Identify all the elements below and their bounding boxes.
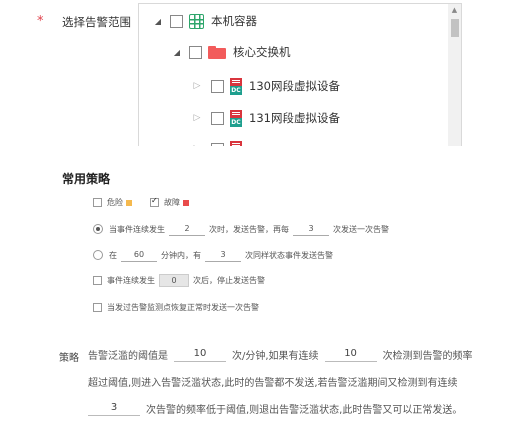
container-grid-icon — [189, 13, 204, 29]
threshold-input[interactable]: 10 — [174, 346, 226, 362]
rule3-text: 事件连续发生 — [107, 276, 155, 285]
policy-line-3: 3 次告警的频率低于阈值,则退出告警泛滥状态,此时告警又可以正常发送。 — [88, 400, 462, 416]
tree-checkbox[interactable] — [189, 45, 202, 59]
rule-recover-notify[interactable]: 当发过告警监测点恢复正常时发送一次告警 — [93, 302, 259, 313]
expand-triangle-icon[interactable]: ▷ — [192, 113, 202, 123]
tree-scrollbar[interactable]: ▲ — [448, 4, 461, 146]
danger-color-swatch — [126, 199, 132, 206]
tree-node-label: 130网段虚拟设备 — [249, 79, 340, 93]
policy-label: 策略 — [59, 353, 79, 364]
alarm-scope-section: * 选择告警范围 ◢ 本机容器 ◢ 核心交换机 ▷ DC 130网段虚拟设备 ▷… — [0, 0, 526, 150]
device-icon: DC — [230, 140, 242, 146]
rule1-count-input[interactable]: 2 — [169, 222, 205, 236]
tree-checkbox[interactable] — [211, 111, 224, 125]
danger-label: 危险 — [107, 198, 123, 207]
consecutive-input[interactable]: 10 — [324, 346, 377, 362]
rule-stop-after[interactable]: 事件连续发生 0 次后，停止发送告警 — [93, 274, 265, 287]
rule1-radio[interactable] — [93, 224, 103, 234]
fault-color-swatch — [183, 199, 189, 206]
rule2-count-input[interactable]: 3 — [205, 248, 241, 262]
policy-text: 告警泛滥的阈值是 — [88, 350, 168, 362]
expand-triangle-icon[interactable]: ▷ — [192, 144, 202, 146]
tree-node-device[interactable]: ▷ DC 130网段虚拟设备 — [192, 76, 340, 96]
rule3-checkbox[interactable] — [93, 276, 102, 285]
tree-checkbox[interactable] — [170, 14, 183, 28]
strategy-title: 常用策略 — [62, 172, 111, 186]
level-option-danger[interactable]: 危险 — [93, 197, 132, 208]
level-option-fault[interactable]: 故障 — [150, 196, 189, 208]
rule2-text: 在 — [109, 250, 117, 260]
policy-text: 超过阈值,则进入告警泛滥状态,此时的告警都不发送,若告警泛滥期间又检测到有连续 — [88, 378, 458, 389]
tree-node-label: 131网段虚拟设备 — [249, 111, 340, 125]
device-icon: DC — [230, 77, 242, 95]
device-icon: DC — [230, 109, 242, 127]
tree-node-label: 核心交换机 — [233, 45, 291, 59]
rule4-checkbox[interactable] — [93, 303, 102, 312]
tree-node-root[interactable]: ◢ 本机容器 — [153, 11, 257, 31]
scroll-up-arrow-icon[interactable]: ▲ — [448, 4, 461, 17]
collapse-triangle-icon[interactable]: ◢ — [172, 48, 182, 57]
folder-icon — [208, 45, 226, 59]
policy-text: 次/分钟,如果有连续 — [232, 350, 319, 362]
fault-label: 故障 — [164, 198, 180, 207]
expand-triangle-icon[interactable]: ▷ — [192, 81, 202, 91]
rule2-radio[interactable] — [93, 250, 103, 260]
scope-tree[interactable]: ◢ 本机容器 ◢ 核心交换机 ▷ DC 130网段虚拟设备 ▷ DC 131网段… — [138, 3, 462, 146]
rule3-text: 次后，停止发送告警 — [193, 276, 265, 285]
required-mark: * — [37, 14, 44, 29]
policy-line-1: 告警泛滥的阈值是 10 次/分钟,如果有连续 10 次检测到告警的频率 — [88, 346, 473, 362]
rule4-text: 当发过告警监测点恢复正常时发送一次告警 — [107, 303, 259, 312]
danger-checkbox[interactable] — [93, 198, 102, 207]
rule3-count-input[interactable]: 0 — [159, 274, 189, 287]
policy-text: 次告警的频率低于阈值,则退出告警泛滥状态,此时告警又可以正常发送。 — [146, 404, 463, 416]
tree-node-device[interactable]: ▷ DC 131网段虚拟设备 — [192, 108, 340, 128]
scope-label: 选择告警范围 — [62, 15, 131, 29]
tree-checkbox[interactable] — [211, 142, 224, 146]
scroll-thumb[interactable] — [451, 19, 459, 37]
rule1-text: 次时，发送告警，再每 — [209, 224, 289, 234]
fault-checkbox[interactable] — [150, 196, 159, 207]
rule-time-window[interactable]: 在 60 分钟内，有 3 次同样状态事件发送告警 — [93, 248, 333, 262]
tree-node-label: 本机容器 — [211, 14, 257, 28]
policy-line-2: 超过阈值,则进入告警泛滥状态,此时的告警都不发送,若告警泛滥期间又检测到有连续 — [88, 374, 458, 389]
tree-checkbox[interactable] — [211, 79, 224, 93]
collapse-triangle-icon[interactable]: ◢ — [153, 17, 163, 26]
recover-input[interactable]: 3 — [88, 400, 140, 416]
rule2-minutes-input[interactable]: 60 — [121, 248, 157, 262]
policy-text: 次检测到告警的频率 — [382, 350, 473, 362]
rule2-text: 分钟内，有 — [161, 250, 201, 260]
rule1-text: 当事件连续发生 — [109, 224, 165, 234]
rule1-text: 次发送一次告警 — [333, 224, 389, 234]
tree-node-device-partial[interactable]: ▷ DC — [192, 139, 242, 146]
rule1-every-input[interactable]: 3 — [293, 222, 329, 236]
rule-consecutive-repeat[interactable]: 当事件连续发生 2 次时，发送告警，再每 3 次发送一次告警 — [93, 222, 389, 236]
rule2-text: 次同样状态事件发送告警 — [245, 250, 333, 260]
tree-node-group[interactable]: ◢ 核心交换机 — [172, 42, 291, 62]
